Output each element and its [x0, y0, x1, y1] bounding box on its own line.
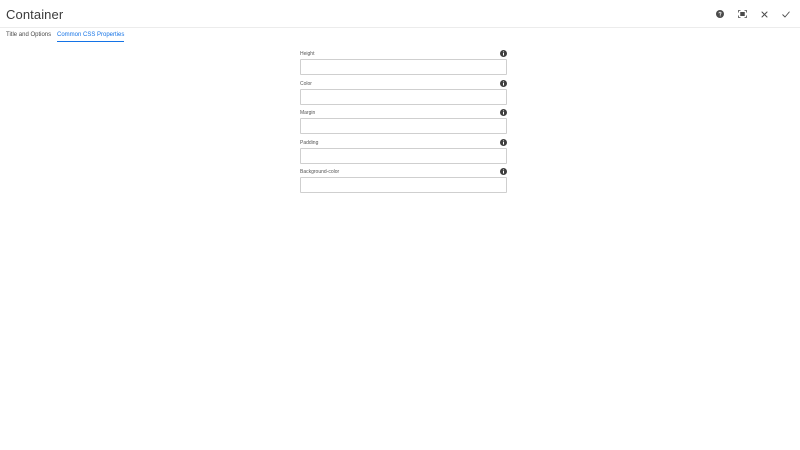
close-button[interactable] — [756, 6, 772, 22]
height-field: Height — [300, 49, 507, 79]
tab-common-css-properties[interactable]: Common CSS Properties — [57, 31, 125, 42]
margin-field: Margin — [300, 108, 507, 138]
checkmark-icon — [782, 11, 790, 18]
active-tab-indicator — [57, 41, 125, 42]
info-icon[interactable] — [500, 138, 507, 146]
background-color-field: Background-color — [300, 167, 507, 197]
dialog-title: Container — [6, 7, 64, 22]
header-actions — [712, 5, 794, 23]
background-color-input[interactable] — [300, 177, 507, 194]
info-icon[interactable] — [500, 109, 507, 117]
height-label: Height — [300, 51, 315, 57]
info-icon[interactable] — [500, 168, 507, 176]
margin-label: Margin — [300, 110, 316, 117]
tab-label: Common CSS Properties — [57, 32, 125, 38]
background-color-label: Background-color — [300, 169, 340, 176]
tab-title-and-options[interactable]: Title and Options — [6, 31, 51, 39]
color-field: Color — [300, 79, 507, 109]
css-properties-form: Height Color Margin Padding Background-c… — [300, 49, 507, 197]
dialog-header: Container — [0, 0, 800, 28]
dialog: Container Title and Options Common CSS P… — [0, 0, 800, 450]
padding-field: Padding — [300, 138, 507, 168]
info-icon[interactable] — [500, 50, 507, 57]
close-icon — [761, 11, 768, 18]
height-input[interactable] — [300, 59, 507, 75]
padding-input[interactable] — [300, 147, 507, 164]
fullscreen-icon — [737, 10, 747, 18]
done-button[interactable] — [778, 6, 794, 22]
margin-input[interactable] — [300, 118, 507, 135]
tab-label: Title and Options — [6, 32, 52, 38]
help-icon — [716, 10, 724, 18]
padding-label: Padding — [300, 139, 319, 146]
info-icon[interactable] — [500, 79, 507, 87]
tab-list: Title and Options Common CSS Properties — [0, 28, 800, 44]
color-input[interactable] — [300, 88, 507, 105]
fullscreen-button[interactable] — [734, 6, 750, 22]
color-label: Color — [300, 80, 312, 87]
help-button[interactable] — [712, 6, 728, 22]
